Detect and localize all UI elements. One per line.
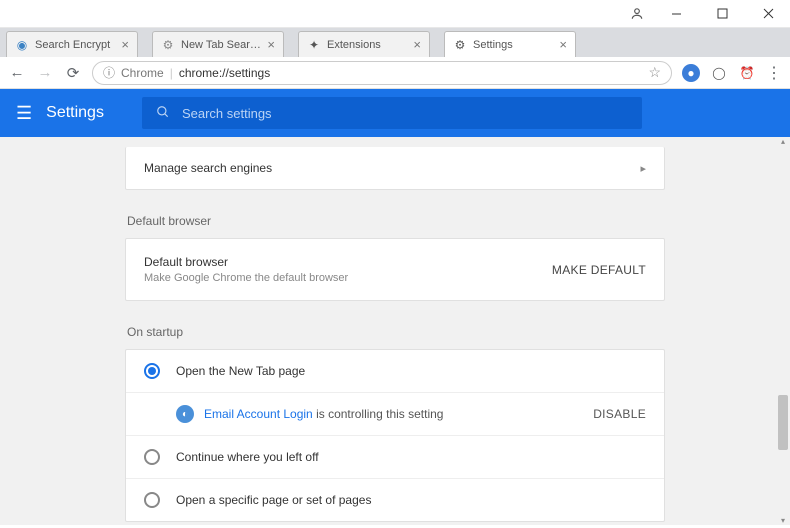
close-icon[interactable]: × bbox=[413, 37, 421, 52]
tab-extensions[interactable]: ✦ Extensions × bbox=[298, 31, 430, 57]
close-icon[interactable]: × bbox=[267, 37, 275, 52]
tab-label: Settings bbox=[473, 39, 553, 51]
tab-label: Extensions bbox=[327, 39, 407, 51]
settings-header: ☰ Settings bbox=[0, 89, 790, 137]
scrollbar-thumb[interactable] bbox=[778, 395, 788, 450]
controlling-extension-link[interactable]: Email Account Login bbox=[204, 407, 313, 421]
menu-icon[interactable]: ☰ bbox=[16, 103, 32, 124]
user-icon[interactable] bbox=[630, 7, 644, 21]
scroll-up-icon[interactable]: ▴ bbox=[776, 137, 790, 146]
close-icon[interactable]: × bbox=[559, 37, 567, 52]
search-icon bbox=[156, 105, 170, 122]
reload-button[interactable]: ⟳ bbox=[64, 64, 82, 82]
on-startup-section-label: On startup bbox=[125, 319, 665, 349]
bookmark-star-icon[interactable]: ☆ bbox=[648, 64, 661, 81]
tab-settings[interactable]: ⚙ Settings × bbox=[444, 31, 576, 57]
default-browser-card: Default browser Make Google Chrome the d… bbox=[125, 238, 665, 301]
option-label: Continue where you left off bbox=[176, 450, 319, 464]
radio-unselected-icon[interactable] bbox=[144, 492, 160, 508]
startup-option-specific-pages[interactable]: Open a specific page or set of pages bbox=[126, 478, 664, 521]
close-icon[interactable]: × bbox=[121, 37, 129, 52]
tab-label: New Tab Search bbox=[181, 39, 261, 51]
option-label: Open a specific page or set of pages bbox=[176, 493, 371, 507]
chevron-right-icon: ▸ bbox=[640, 162, 646, 175]
window-maximize-button[interactable] bbox=[708, 4, 736, 24]
row-label: Manage search engines bbox=[144, 161, 272, 175]
address-bar[interactable]: ⓘ Chrome | chrome://settings ☆ bbox=[92, 61, 672, 85]
radio-unselected-icon[interactable] bbox=[144, 449, 160, 465]
shield-icon: ◉ bbox=[15, 38, 29, 52]
back-button[interactable]: ← bbox=[8, 64, 26, 81]
scroll-down-icon[interactable]: ▾ bbox=[776, 516, 790, 525]
url-text: chrome://settings bbox=[179, 66, 270, 80]
startup-option-new-tab[interactable]: Open the New Tab page bbox=[126, 350, 664, 392]
radio-selected-icon[interactable] bbox=[144, 363, 160, 379]
site-info-icon[interactable]: ⓘ bbox=[103, 64, 115, 81]
gear-icon: ⚙ bbox=[453, 38, 467, 52]
window-titlebar bbox=[0, 0, 790, 28]
tab-new-tab-search[interactable]: ⚙ New Tab Search × bbox=[152, 31, 284, 57]
forward-button[interactable]: → bbox=[36, 64, 54, 81]
extension-button-1[interactable]: ● bbox=[682, 64, 700, 82]
on-startup-card: Open the New Tab page ◐ Email Account Lo… bbox=[125, 349, 665, 522]
extension-icon: ✦ bbox=[307, 38, 321, 52]
make-default-button[interactable]: MAKE DEFAULT bbox=[552, 263, 646, 277]
manage-search-engines-row[interactable]: Manage search engines ▸ bbox=[126, 147, 664, 189]
disable-button[interactable]: DISABLE bbox=[593, 407, 646, 421]
browser-toolbar: ← → ⟳ ⓘ Chrome | chrome://settings ☆ ● ◯… bbox=[0, 57, 790, 89]
window-minimize-button[interactable] bbox=[662, 4, 690, 24]
extension-controlling-row: ◐ Email Account Login is controlling thi… bbox=[126, 392, 664, 435]
page-title: Settings bbox=[46, 104, 104, 122]
url-protocol-label: Chrome bbox=[121, 66, 164, 80]
settings-search-input[interactable] bbox=[182, 106, 628, 121]
extension-button-2[interactable]: ◯ bbox=[710, 64, 728, 82]
browser-menu-button[interactable]: ⋮ bbox=[766, 63, 782, 83]
tab-search-encrypt[interactable]: ◉ Search Encrypt × bbox=[6, 31, 138, 57]
controlling-text: is controlling this setting bbox=[316, 407, 443, 421]
option-label: Open the New Tab page bbox=[176, 364, 305, 378]
window-close-button[interactable] bbox=[754, 4, 782, 24]
default-browser-section-label: Default browser bbox=[125, 208, 665, 238]
vertical-scrollbar[interactable]: ▴ ▾ bbox=[776, 137, 790, 525]
gear-icon: ⚙ bbox=[161, 38, 175, 52]
browser-tabstrip: ◉ Search Encrypt × ⚙ New Tab Search × ✦ … bbox=[0, 28, 790, 57]
startup-option-continue[interactable]: Continue where you left off bbox=[126, 435, 664, 478]
extension-badge-icon: ◐ bbox=[176, 405, 194, 423]
default-browser-title: Default browser bbox=[144, 255, 348, 269]
tab-label: Search Encrypt bbox=[35, 39, 115, 51]
search-engine-card: Manage search engines ▸ bbox=[125, 147, 665, 190]
default-browser-subtitle: Make Google Chrome the default browser bbox=[144, 272, 348, 284]
settings-content[interactable]: Manage search engines ▸ Default browser … bbox=[0, 137, 790, 525]
settings-search-box[interactable] bbox=[142, 97, 642, 129]
extension-button-3[interactable]: ⏰ bbox=[738, 64, 756, 82]
